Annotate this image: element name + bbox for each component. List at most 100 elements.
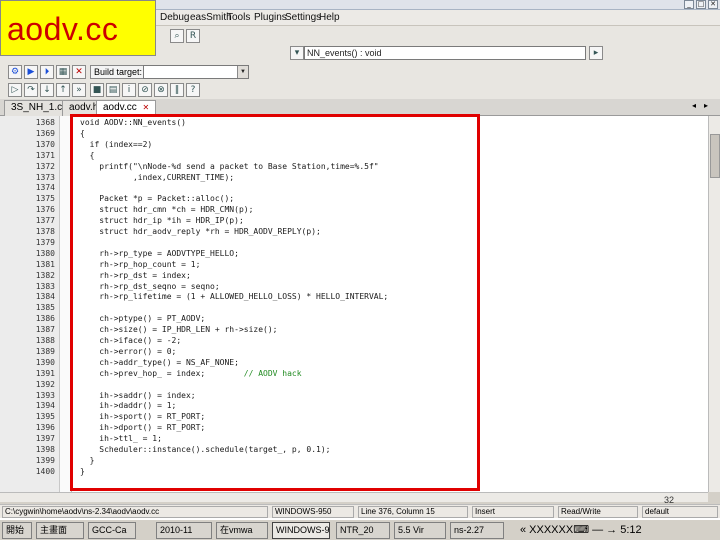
- code-line[interactable]: ch->size() = IP_HDR_LEN + rh->size();: [80, 325, 277, 334]
- debug-info-icon[interactable]: i: [122, 83, 136, 97]
- find-icon[interactable]: ⌕: [170, 29, 184, 43]
- step-out-icon[interactable]: ↑: [56, 83, 70, 97]
- close-window-button[interactable]: ✕: [708, 0, 718, 9]
- function-select[interactable]: NN_events() : void: [304, 46, 586, 60]
- task-item[interactable]: GCC-Ca: [88, 522, 136, 539]
- code-line[interactable]: ch->addr_type() = NS_AF_NONE;: [80, 358, 239, 367]
- dropdown-arrow-icon[interactable]: ▾: [290, 46, 304, 60]
- code-editor[interactable]: 1368 1369 1370 1371 1372 1373 1374 1375 1376 1377…: [0, 116, 708, 492]
- code-line[interactable]: void AODV::NN_events(): [80, 118, 186, 127]
- menu-plugins[interactable]: Plugins: [254, 12, 287, 23]
- stop-debug-icon[interactable]: ■: [90, 83, 104, 97]
- code-line[interactable]: struct hdr_aodv_reply *rh = HDR_AODV_REP…: [80, 227, 321, 236]
- code-text: ch->ptype() = PT_AODV;: [80, 314, 206, 324]
- task-item[interactable]: NTR_20: [336, 522, 390, 539]
- code-line[interactable]: struct hdr_ip *ih = HDR_IP(p);: [80, 216, 244, 225]
- line-number: 1395: [35, 412, 55, 422]
- replace-icon[interactable]: R: [186, 29, 200, 43]
- task-item[interactable]: 2010-11: [156, 522, 212, 539]
- step-over-icon[interactable]: ↷: [24, 83, 38, 97]
- line-number: 1380: [35, 248, 55, 258]
- menu-debug[interactable]: Debug: [160, 12, 189, 23]
- rebuild-icon[interactable]: ▦: [56, 65, 70, 79]
- code-line[interactable]: ih->ttl_ = 1;: [80, 434, 162, 443]
- task-item[interactable]: 5.5 Vir: [394, 522, 446, 539]
- code-line[interactable]: ch->error() = 0;: [80, 347, 176, 356]
- run-icon[interactable]: ▶: [24, 65, 38, 79]
- settings-gear-icon[interactable]: ⚙: [8, 65, 22, 79]
- help-icon[interactable]: ?: [186, 83, 200, 97]
- step-into-icon[interactable]: ↓: [40, 83, 54, 97]
- task-label: 主畫面: [40, 525, 68, 535]
- vertical-scrollbar[interactable]: [708, 116, 720, 492]
- code-text: rh->rp_dst = index;: [80, 270, 191, 280]
- tab-scroll-right-icon[interactable]: ▸: [704, 101, 708, 110]
- line-number: 1396: [35, 423, 55, 433]
- code-text: ih->saddr() = index;: [80, 390, 196, 400]
- build-run-icon[interactable]: ⏵: [40, 65, 54, 79]
- code-line[interactable]: {: [80, 129, 85, 138]
- build-target-select[interactable]: ▼: [143, 65, 249, 79]
- next-instruction-icon[interactable]: »: [72, 83, 86, 97]
- code-line[interactable]: ih->dport() = RT_PORT;: [80, 423, 205, 432]
- close-tab-icon[interactable]: ✕: [143, 103, 150, 112]
- tab-scroll-left-icon[interactable]: ◂: [692, 101, 696, 110]
- system-tray[interactable]: « XXXXXX⌨ — → 5:12: [520, 522, 642, 539]
- code-text: ih->daddr() = 1;: [80, 401, 177, 411]
- menu-sourcesmith[interactable]: easSmith: [190, 12, 232, 23]
- scrollbar-thumb[interactable]: [710, 134, 720, 178]
- cancel-icon[interactable]: ⊘: [138, 83, 152, 97]
- menu-tools[interactable]: Tools: [227, 12, 250, 23]
- fold-margin[interactable]: [60, 116, 72, 492]
- chevron-down-icon[interactable]: ▼: [237, 66, 248, 78]
- line-number-gutter: 1368 1369 1370 1371 1372 1373 1374 1375 1376 1377…: [0, 116, 60, 492]
- line-number: 1386: [35, 314, 55, 324]
- code-text: ch->prev_hop_ = index;: [80, 368, 206, 378]
- task-item[interactable]: 在vmwa: [216, 522, 268, 539]
- code-line[interactable]: rh->rp_dst_seqno = seqno;: [80, 282, 219, 291]
- menu-settings[interactable]: Settings: [285, 12, 321, 23]
- horizontal-scrollbar[interactable]: [0, 492, 708, 502]
- task-item-active[interactable]: WINDOWS-950: [272, 522, 330, 539]
- code-line[interactable]: rh->rp_type = AODVTYPE_HELLO;: [80, 249, 239, 258]
- code-line[interactable]: }: [80, 456, 95, 465]
- build-target-label: Build target:: [90, 65, 147, 79]
- slide-title-label: aodv.cc: [0, 0, 156, 56]
- minimize-button[interactable]: _: [684, 0, 694, 9]
- close-icon[interactable]: ⊗: [154, 83, 168, 97]
- tab-aodv-cc[interactable]: aodv.cc ✕: [96, 100, 157, 117]
- code-line[interactable]: {: [80, 151, 95, 160]
- code-line[interactable]: Scheduler::instance().schedule(target_, …: [80, 445, 330, 454]
- line-number: 1385: [35, 303, 55, 313]
- code-line[interactable]: rh->rp_dst = index;: [80, 271, 191, 280]
- code-line[interactable]: rh->rp_hop_count = 1;: [80, 260, 200, 269]
- debug-window-icon[interactable]: ▤: [106, 83, 120, 97]
- menu-help[interactable]: Help: [319, 12, 340, 23]
- code-line[interactable]: ,index,CURRENT_TIME);: [80, 173, 234, 182]
- line-number: 1374: [35, 183, 55, 193]
- start-button[interactable]: 開始: [2, 522, 32, 539]
- jump-icon[interactable]: ▸: [589, 46, 603, 60]
- debug-start-icon[interactable]: ▷: [8, 83, 22, 97]
- line-number: 1397: [35, 434, 55, 444]
- code-line[interactable]: ch->ptype() = PT_AODV;: [80, 314, 205, 323]
- code-line[interactable]: printf("\nNode-%d send a packet to Base …: [80, 162, 378, 171]
- code-line[interactable]: if (index==2): [80, 140, 153, 149]
- code-line[interactable]: ih->saddr() = index;: [80, 390, 196, 400]
- task-item[interactable]: 主畫面: [36, 522, 84, 539]
- code-line[interactable]: rh->rp_lifetime = (1 + ALLOWED_HELLO_LOS…: [80, 292, 388, 301]
- code-line[interactable]: ch->iface() = -2;: [80, 336, 181, 345]
- code-line[interactable]: }: [80, 467, 85, 476]
- abort-icon[interactable]: ✕: [72, 65, 86, 79]
- maximize-button[interactable]: □: [696, 0, 706, 9]
- code-line[interactable]: Packet *p = Packet::alloc();: [80, 194, 234, 203]
- pause-icon[interactable]: ‖: [170, 83, 184, 97]
- line-number: 1393: [35, 390, 55, 400]
- line-number: 1387: [35, 325, 55, 335]
- code-line[interactable]: ih->sport() = RT_PORT;: [80, 412, 205, 421]
- code-line[interactable]: ch->prev_hop_ = index; // AODV hack: [80, 368, 301, 378]
- task-item[interactable]: ns-2.27: [450, 522, 504, 539]
- status-bar: C:\cygwin\home\aodv\ns-2.34\aodv\aodv.cc…: [0, 504, 720, 518]
- code-line[interactable]: ih->daddr() = 1;: [80, 401, 176, 410]
- code-line[interactable]: struct hdr_cmn *ch = HDR_CMN(p);: [80, 205, 253, 214]
